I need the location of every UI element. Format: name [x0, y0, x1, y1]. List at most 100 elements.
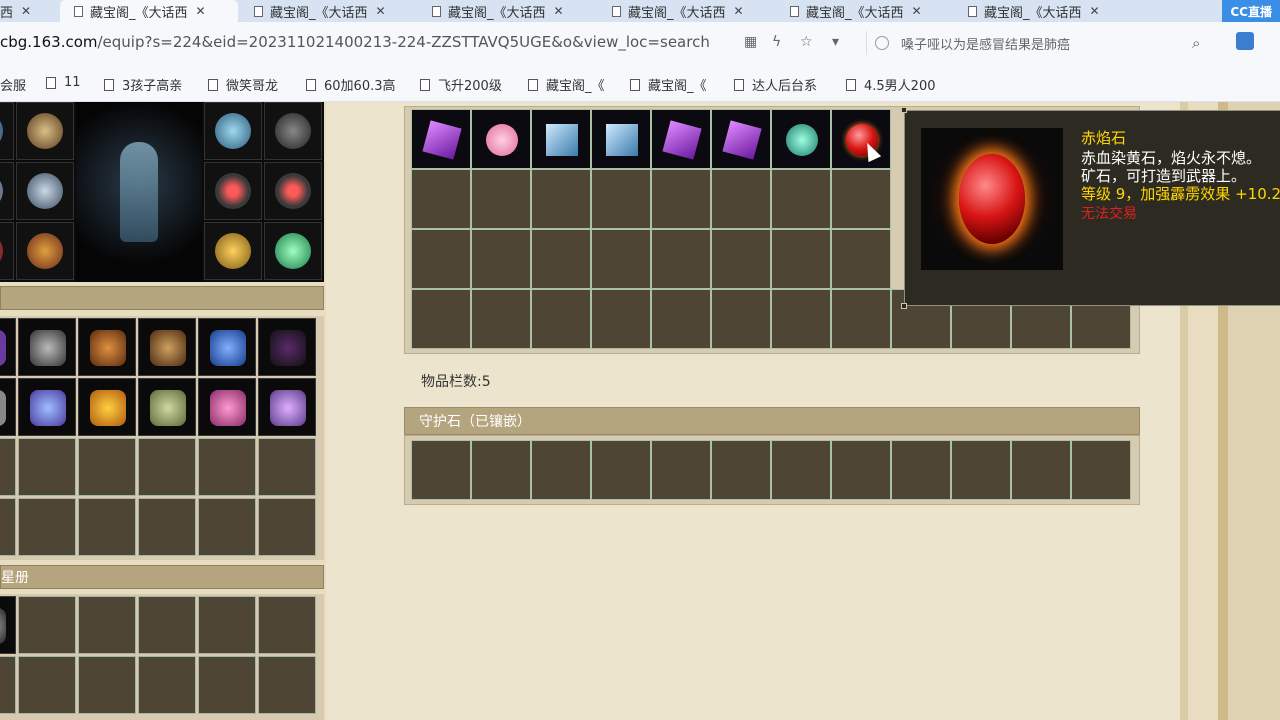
item-slot[interactable]	[198, 596, 256, 654]
guard-stone-slot[interactable]	[531, 440, 591, 500]
tab-4[interactable]: 藏宝阁_《大话西 ✕	[602, 0, 770, 22]
chevron-down-icon[interactable]: ▾	[832, 34, 839, 50]
bookmark-item[interactable]: 3孩子高亲	[104, 75, 182, 94]
item-slot[interactable]	[258, 596, 316, 654]
equip-slot[interactable]	[264, 162, 322, 220]
inventory-slot[interactable]	[411, 109, 471, 169]
item-slot[interactable]	[78, 318, 136, 376]
equip-slot[interactable]	[16, 222, 74, 280]
inventory-slot[interactable]	[831, 289, 891, 349]
bookmark-item[interactable]: 会服	[0, 75, 26, 94]
item-slot[interactable]	[78, 378, 136, 436]
inventory-slot[interactable]	[651, 169, 711, 229]
equip-slot[interactable]	[16, 162, 74, 220]
search-icon[interactable]: ⌕	[1192, 34, 1200, 52]
item-slot[interactable]	[198, 498, 256, 556]
tab-3[interactable]: 藏宝阁_《大话西 ✕	[422, 0, 590, 22]
inventory-slot[interactable]	[771, 229, 831, 289]
close-icon[interactable]: ✕	[376, 4, 386, 18]
guard-stone-slot[interactable]	[471, 440, 531, 500]
guard-stone-slot[interactable]	[411, 440, 471, 500]
equip-slot[interactable]	[264, 102, 322, 160]
item-slot[interactable]	[18, 596, 76, 654]
bookmark-item[interactable]: 藏宝阁_《	[528, 75, 605, 94]
equip-slot[interactable]	[264, 222, 322, 280]
inventory-slot[interactable]	[531, 109, 591, 169]
guard-stone-slot[interactable]	[1071, 440, 1131, 500]
inventory-slot[interactable]	[771, 169, 831, 229]
item-slot[interactable]	[0, 378, 16, 436]
item-slot[interactable]	[138, 318, 196, 376]
inventory-slot[interactable]	[591, 109, 651, 169]
inventory-slot[interactable]	[591, 229, 651, 289]
tab-2[interactable]: 藏宝阁_《大话西 ✕	[244, 0, 412, 22]
inventory-slot[interactable]	[651, 109, 711, 169]
equip-slot[interactable]	[0, 102, 14, 160]
inventory-slot[interactable]	[771, 109, 831, 169]
item-slot[interactable]	[138, 656, 196, 714]
bookmark-item[interactable]: 11	[46, 75, 81, 90]
inventory-slot[interactable]	[831, 169, 891, 229]
inventory-slot[interactable]	[531, 229, 591, 289]
item-slot[interactable]	[0, 318, 16, 376]
item-slot[interactable]	[18, 498, 76, 556]
qr-code-icon[interactable]: ▦	[744, 34, 757, 50]
guard-stone-slot[interactable]	[771, 440, 831, 500]
item-slot[interactable]	[18, 378, 76, 436]
equip-slot[interactable]	[16, 102, 74, 160]
item-slot[interactable]	[18, 656, 76, 714]
bookmark-item[interactable]: 4.5男人200	[846, 75, 936, 94]
guard-stone-slot[interactable]	[651, 440, 711, 500]
inventory-slot[interactable]	[591, 169, 651, 229]
item-slot[interactable]	[198, 318, 256, 376]
inventory-slot[interactable]	[711, 169, 771, 229]
inventory-slot[interactable]	[411, 169, 471, 229]
inventory-slot[interactable]	[531, 169, 591, 229]
item-slot[interactable]	[0, 596, 16, 654]
inventory-slot[interactable]	[591, 289, 651, 349]
item-slot[interactable]	[78, 656, 136, 714]
inventory-slot[interactable]	[411, 289, 471, 349]
item-slot[interactable]	[78, 438, 136, 496]
inventory-slot[interactable]	[651, 229, 711, 289]
close-icon[interactable]: ✕	[196, 4, 206, 18]
url-field[interactable]: cbg.163.com/equip?s=224&eid=202311021400…	[0, 33, 740, 51]
item-slot[interactable]	[138, 498, 196, 556]
guard-stone-slot[interactable]	[891, 440, 951, 500]
star-icon[interactable]: ☆	[800, 34, 813, 50]
bookmark-item[interactable]: 达人后台系	[734, 75, 817, 94]
bookmark-item[interactable]: 微笑哥龙	[208, 75, 278, 94]
inventory-slot[interactable]	[831, 229, 891, 289]
inventory-slot[interactable]	[771, 289, 831, 349]
equip-slot[interactable]	[204, 162, 262, 220]
close-icon[interactable]: ✕	[1090, 4, 1100, 18]
equip-slot[interactable]	[204, 222, 262, 280]
item-slot[interactable]	[78, 596, 136, 654]
inventory-slot[interactable]	[651, 289, 711, 349]
item-slot[interactable]	[0, 656, 16, 714]
item-slot[interactable]	[198, 438, 256, 496]
item-slot[interactable]	[258, 318, 316, 376]
inventory-slot[interactable]	[411, 229, 471, 289]
guard-stone-slot[interactable]	[831, 440, 891, 500]
bookmark-item[interactable]: 藏宝阁_《	[630, 75, 707, 94]
inventory-slot[interactable]	[471, 109, 531, 169]
item-slot[interactable]	[198, 656, 256, 714]
inventory-slot[interactable]	[711, 109, 771, 169]
tab-6[interactable]: 藏宝阁_《大话西 ✕	[958, 0, 1126, 22]
close-icon[interactable]: ✕	[734, 4, 744, 18]
guard-stone-slot[interactable]	[1011, 440, 1071, 500]
equip-slot[interactable]	[204, 102, 262, 160]
close-icon[interactable]: ✕	[554, 4, 564, 18]
inventory-slot[interactable]	[471, 169, 531, 229]
inventory-slot[interactable]	[831, 109, 891, 169]
item-slot[interactable]	[18, 318, 76, 376]
inventory-slot[interactable]	[471, 229, 531, 289]
item-slot[interactable]	[258, 378, 316, 436]
tab-5[interactable]: 藏宝阁_《大话西 ✕	[780, 0, 948, 22]
equip-slot[interactable]	[0, 222, 14, 280]
close-icon[interactable]: ✕	[21, 4, 31, 18]
item-slot[interactable]	[258, 438, 316, 496]
inventory-slot[interactable]	[531, 289, 591, 349]
close-icon[interactable]: ✕	[912, 4, 922, 18]
